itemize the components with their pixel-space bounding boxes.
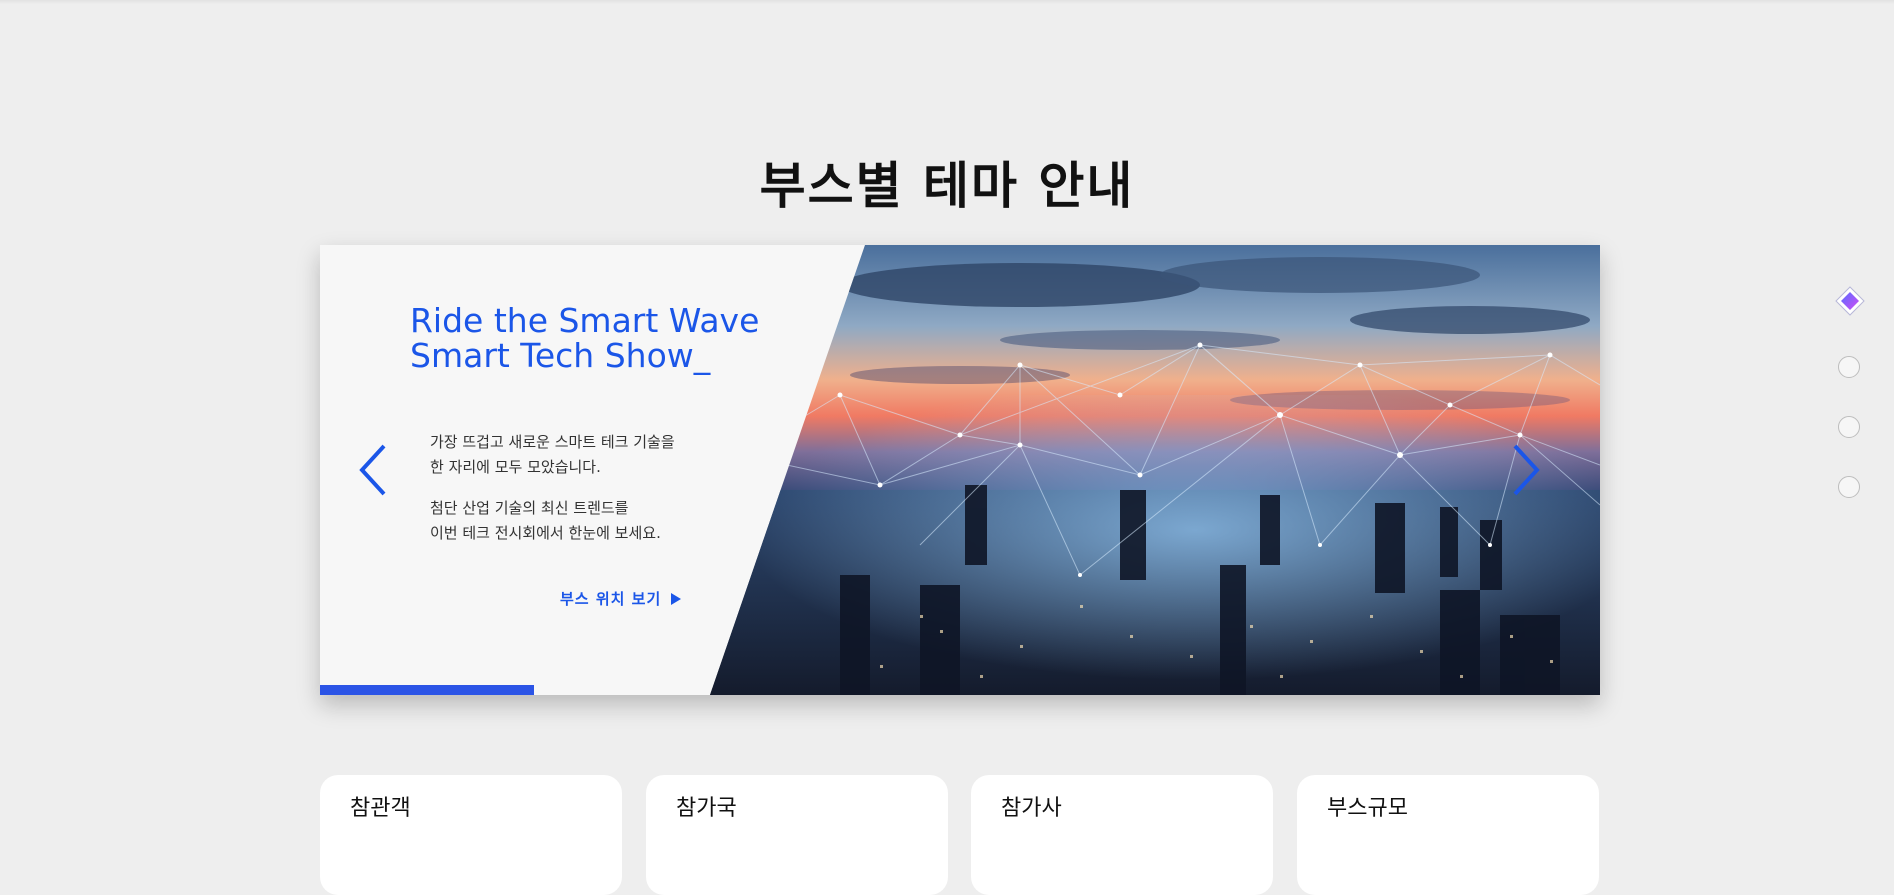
slide-progress-fill: [320, 685, 534, 695]
top-edge: [0, 0, 1894, 4]
theme-slider: Ride the Smart Wave Smart Tech Show_ 가장 …: [320, 245, 1600, 695]
chevron-left-icon: [359, 444, 386, 496]
slide-progress-bar: [320, 685, 1600, 695]
section-nav-dot-2[interactable]: [1838, 356, 1860, 378]
slide-paragraph-1: 가장 뜨겁고 새로운 스마트 테크 기술을 한 자리에 모두 모았습니다.: [430, 430, 675, 480]
slide-paragraph-2: 첨단 산업 기술의 최신 트렌드를 이번 테크 전시회에서 한눈에 보세요.: [430, 496, 661, 546]
headline-line-2: Smart Tech Show_: [410, 336, 711, 375]
headline-line-1: Ride the Smart Wave: [410, 301, 760, 340]
slide-headline: Ride the Smart Wave Smart Tech Show_: [410, 303, 759, 373]
booth-location-link[interactable]: 부스 위치 보기: [560, 588, 682, 609]
paragraph-1-line-2: 한 자리에 모두 모았습니다.: [430, 458, 601, 476]
booth-location-label: 부스 위치 보기: [560, 590, 662, 608]
next-slide-button[interactable]: [1505, 440, 1545, 500]
section-nav-dot-3[interactable]: [1838, 416, 1860, 438]
page-title: 부스별 테마 안내: [759, 156, 1135, 215]
stat-card-countries: 참가국: [646, 775, 948, 895]
section-nav-dot-4[interactable]: [1838, 476, 1860, 498]
stat-label: 참관객: [350, 796, 411, 821]
stat-card-booth-size: 부스규모: [1297, 775, 1599, 895]
chevron-right-icon: [1513, 444, 1540, 496]
stat-label: 참가국: [676, 796, 737, 821]
paragraph-1-line-1: 가장 뜨겁고 새로운 스마트 테크 기술을: [430, 433, 675, 451]
prev-slide-button[interactable]: [356, 440, 396, 500]
paragraph-2-line-2: 이번 테크 전시회에서 한눈에 보세요.: [430, 524, 661, 542]
section-nav-dot-active-diamond-icon[interactable]: [1834, 285, 1866, 317]
stat-label: 참가사: [1001, 796, 1062, 821]
stat-card-exhibitors: 참가사: [971, 775, 1273, 895]
play-triangle-icon: [671, 592, 682, 605]
stat-card-visitors: 참관객: [320, 775, 622, 895]
paragraph-2-line-1: 첨단 산업 기술의 최신 트렌드를: [430, 499, 629, 517]
stat-label: 부스규모: [1327, 796, 1408, 821]
